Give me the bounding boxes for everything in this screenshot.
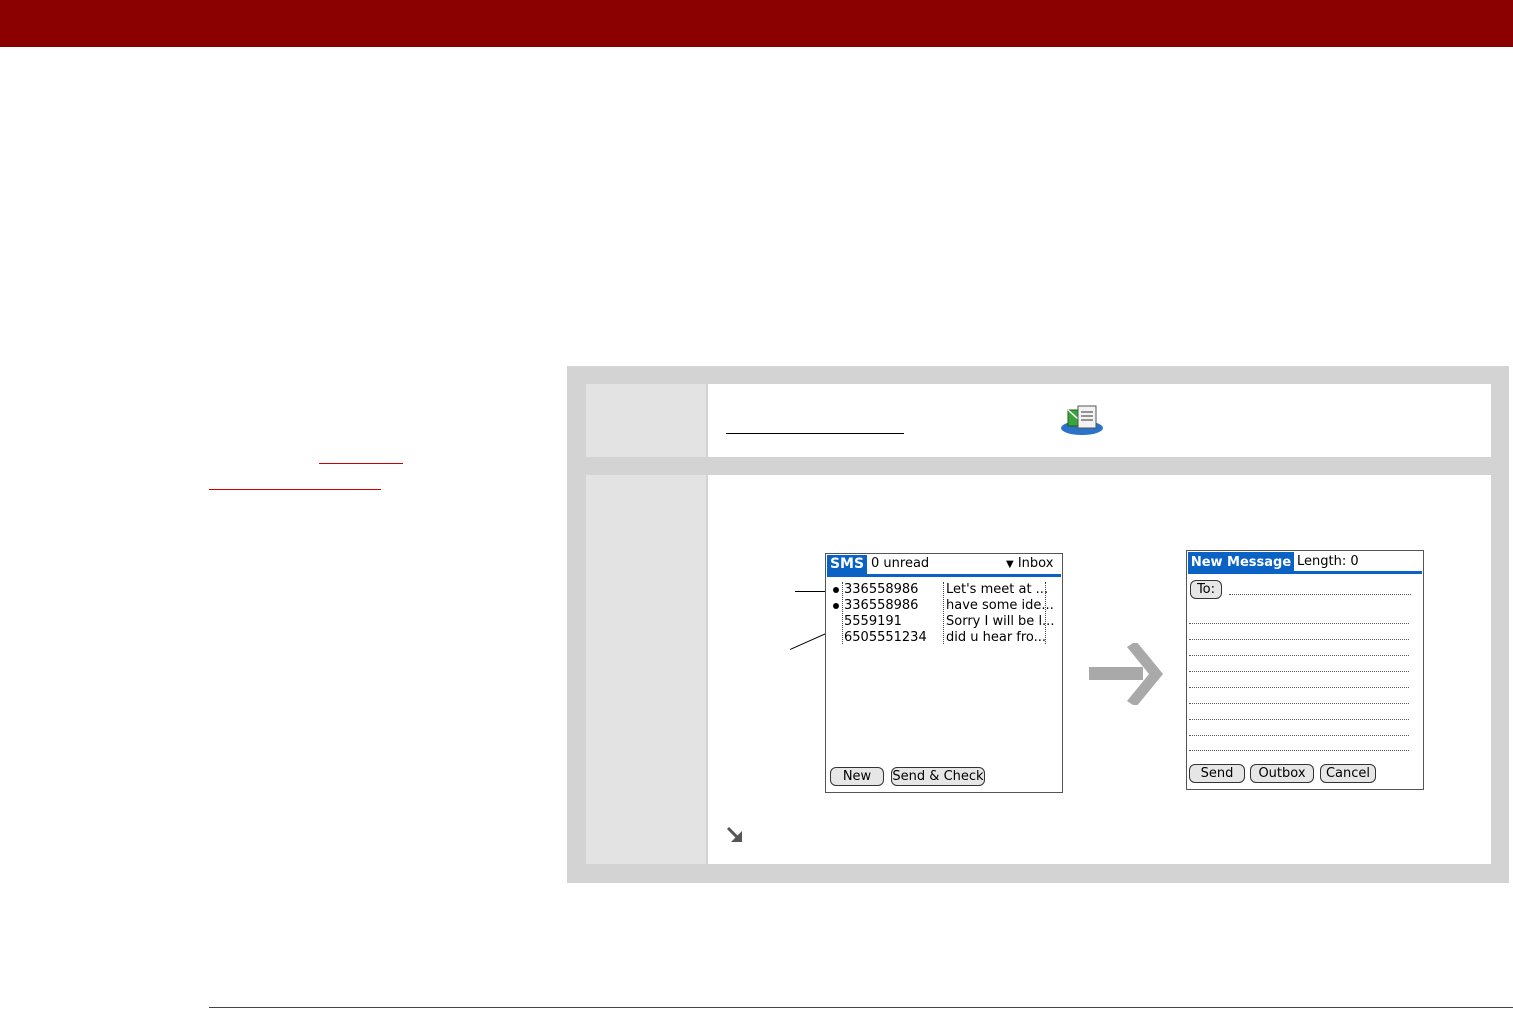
message-number: 336558986 bbox=[844, 598, 919, 613]
unread-dot-icon bbox=[833, 603, 839, 609]
step-2: SMS 0 unread ▼ Inbox 336558986 Let's mee… bbox=[708, 475, 1491, 864]
steps-panel: SMS 0 unread ▼ Inbox 336558986 Let's mee… bbox=[567, 366, 1509, 883]
column-separator bbox=[943, 582, 944, 644]
body-line bbox=[1189, 703, 1409, 704]
step-1-number-cell bbox=[586, 384, 706, 457]
body-line bbox=[1189, 750, 1409, 751]
sms-list-screen: SMS 0 unread ▼ Inbox 336558986 Let's mee… bbox=[825, 553, 1063, 793]
step-1-link-underline[interactable] bbox=[726, 433, 904, 434]
unread-count: 0 unread bbox=[871, 556, 930, 571]
new-button[interactable]: New bbox=[830, 767, 884, 786]
send-button[interactable]: Send bbox=[1189, 764, 1245, 783]
header-rule bbox=[827, 574, 1061, 577]
chevron-down-icon: ▼ bbox=[1006, 559, 1014, 570]
body-line bbox=[1189, 719, 1409, 720]
outbox-button[interactable]: Outbox bbox=[1250, 764, 1314, 783]
step-1 bbox=[708, 384, 1491, 457]
sms-tab[interactable]: SMS bbox=[827, 555, 867, 574]
folder-picker[interactable]: ▼ Inbox bbox=[1006, 556, 1053, 571]
footer-rule bbox=[209, 1007, 1513, 1008]
sidebar-link-underline[interactable] bbox=[209, 489, 381, 490]
cancel-button[interactable]: Cancel bbox=[1320, 764, 1376, 783]
sms-app-icon bbox=[1061, 405, 1103, 435]
column-separator bbox=[842, 582, 843, 644]
unread-dot-icon bbox=[833, 587, 839, 593]
folder-label: Inbox bbox=[1017, 556, 1054, 571]
body-line bbox=[1189, 623, 1409, 624]
message-preview: did u hear fro... bbox=[946, 630, 1047, 645]
sidebar-link-underline[interactable] bbox=[319, 463, 403, 464]
body-line bbox=[1189, 735, 1409, 736]
body-line bbox=[1189, 655, 1409, 656]
right-arrow-icon bbox=[1089, 643, 1163, 705]
sms-tab-label: SMS bbox=[829, 556, 865, 572]
body-line bbox=[1189, 671, 1409, 672]
body-line bbox=[1189, 687, 1409, 688]
message-body-field[interactable] bbox=[1187, 551, 1423, 751]
header-bar bbox=[0, 0, 1513, 47]
message-preview: Sorry I will be l... bbox=[946, 614, 1055, 629]
step-2-number-cell bbox=[586, 475, 706, 864]
message-number: 336558986 bbox=[844, 582, 919, 597]
message-number: 6505551234 bbox=[844, 630, 927, 645]
send-and-check-button[interactable]: Send & Check bbox=[891, 767, 985, 786]
body-line bbox=[1189, 639, 1409, 640]
message-number: 5559191 bbox=[844, 614, 902, 629]
message-preview: have some ide... bbox=[946, 598, 1054, 613]
message-preview: Let's meet at ... bbox=[946, 582, 1049, 597]
continue-arrow-icon bbox=[726, 826, 742, 842]
new-message-screen: New Message Length: 0 To: Send Outbox Ca… bbox=[1186, 550, 1424, 790]
